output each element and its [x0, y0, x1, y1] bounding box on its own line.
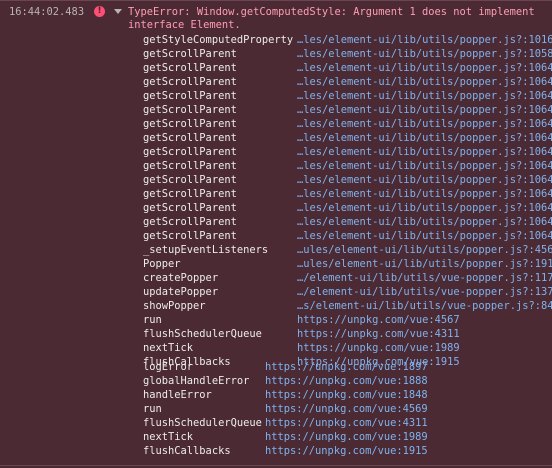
- frame-source-link[interactable]: …/element-ui/lib/utils/vue-popper.js?:11…: [297, 272, 552, 284]
- frame-source-link[interactable]: …les/element-ui/lib/utils/popper.js?:106…: [297, 174, 552, 186]
- stack-frame: getScrollParent …les/element-ui/lib/utils…: [0, 132, 552, 146]
- frame-function-name: getScrollParent: [143, 118, 237, 130]
- frame-source-link[interactable]: https://unpkg.com/vue:1989: [265, 431, 428, 443]
- stack-frame: getScrollParent …les/element-ui/lib/utils…: [0, 90, 552, 104]
- frame-source-link[interactable]: https://unpkg.com/vue:1897: [265, 361, 428, 373]
- stack-frame: getScrollParent …les/element-ui/lib/utils…: [0, 202, 552, 216]
- frame-function-name: getScrollParent: [143, 146, 237, 158]
- frame-source-link[interactable]: https://unpkg.com/vue:1915: [265, 445, 428, 457]
- frame-function-name: Popper: [143, 258, 181, 270]
- frame-function-name: handleError: [143, 389, 212, 401]
- frame-source-link[interactable]: …les/element-ui/lib/utils/popper.js?:106…: [297, 62, 552, 74]
- frame-function-name: run: [143, 403, 162, 415]
- stack-frame: _setupEventListeners …ules/element-ui/lib…: [0, 244, 552, 258]
- frame-function-name: flushSchedulerQueue: [143, 328, 262, 340]
- frame-function-name: getScrollParent: [143, 160, 237, 172]
- frame-source-link[interactable]: https://unpkg.com/vue:4311: [297, 328, 460, 340]
- frame-function-name: getScrollParent: [143, 132, 237, 144]
- console-error-message: 16:44:02.483 ! TypeError: Window.getComp…: [0, 0, 552, 468]
- frame-source-link[interactable]: …ules/element-ui/lib/utils/popper.js?:45…: [297, 244, 552, 256]
- frame-source-link[interactable]: …les/element-ui/lib/utils/popper.js?:106…: [297, 146, 552, 158]
- frame-source-link[interactable]: https://unpkg.com/vue:4569: [265, 403, 428, 415]
- stack-frame: flushCallbacks https://unpkg.com/vue:1915: [0, 445, 552, 459]
- message-divider: [0, 465, 552, 466]
- stack-frame: getScrollParent …les/element-ui/lib/utils…: [0, 118, 552, 132]
- frame-function-name: logError: [143, 361, 194, 373]
- stack-frame: getScrollParent …les/element-ui/lib/utils…: [0, 230, 552, 244]
- frame-function-name: flushSchedulerQueue: [143, 417, 262, 429]
- frame-source-link[interactable]: https://unpkg.com/vue:1888: [265, 375, 428, 387]
- frame-function-name: getScrollParent: [143, 62, 237, 74]
- stack-frame: getScrollParent …les/element-ui/lib/utils…: [0, 216, 552, 230]
- stack-frame: nextTick https://unpkg.com/vue:1989: [0, 431, 552, 445]
- stack-frame: run https://unpkg.com/vue:4567: [0, 314, 552, 328]
- timestamp: 16:44:02.483: [9, 6, 85, 18]
- stack-frame: getScrollParent …les/element-ui/lib/utils…: [0, 146, 552, 160]
- frame-source-link[interactable]: …ules/element-ui/lib/utils/popper.js?:19…: [297, 258, 552, 270]
- stack-frame: updatePopper …/element-ui/lib/utils/vue-p…: [0, 286, 552, 300]
- frame-function-name: getScrollParent: [143, 76, 237, 88]
- frame-source-link[interactable]: …les/element-ui/lib/utils/popper.js?:106…: [297, 160, 552, 172]
- frame-function-name: getScrollParent: [143, 104, 237, 116]
- stack-frame: getScrollParent …les/element-ui/lib/utils…: [0, 160, 552, 174]
- frame-source-link[interactable]: https://unpkg.com/vue:4567: [297, 314, 460, 326]
- frame-function-name: globalHandleError: [143, 375, 250, 387]
- frame-function-name: run: [143, 314, 162, 326]
- frame-source-link[interactable]: …les/element-ui/lib/utils/popper.js?:106…: [297, 104, 552, 116]
- stack-frame: handleError https://unpkg.com/vue:1848: [0, 389, 552, 403]
- stack-frame: getScrollParent …les/element-ui/lib/utils…: [0, 188, 552, 202]
- frame-source-link[interactable]: …les/element-ui/lib/utils/popper.js?:106…: [297, 132, 552, 144]
- frame-source-link[interactable]: …les/element-ui/lib/utils/popper.js?:101…: [297, 34, 552, 46]
- frame-source-link[interactable]: https://unpkg.com/vue:1848: [265, 389, 428, 401]
- frame-function-name: getScrollParent: [143, 216, 237, 228]
- frame-source-link[interactable]: https://unpkg.com/vue:4311: [265, 417, 428, 429]
- frame-source-link[interactable]: https://unpkg.com/vue:1989: [297, 342, 460, 354]
- frame-function-name: getScrollParent: [143, 230, 237, 242]
- error-message-line-1: TypeError: Window.getComputedStyle: Argu…: [128, 6, 535, 18]
- frame-source-link[interactable]: …les/element-ui/lib/utils/popper.js?:106…: [297, 90, 552, 102]
- frame-function-name: nextTick: [143, 431, 194, 443]
- stack-frame: getScrollParent …les/element-ui/lib/utils…: [0, 104, 552, 118]
- stack-frame: globalHandleError https://unpkg.com/vue:1…: [0, 375, 552, 389]
- stack-frame: nextTick https://unpkg.com/vue:1989: [0, 342, 552, 356]
- frame-function-name: getScrollParent: [143, 202, 237, 214]
- message-header: 16:44:02.483 ! TypeError: Window.getComp…: [0, 6, 552, 18]
- stack-frame: logError https://unpkg.com/vue:1897: [0, 361, 552, 375]
- frame-source-link[interactable]: …/element-ui/lib/utils/vue-popper.js?:13…: [297, 286, 552, 298]
- frame-function-name: getScrollParent: [143, 90, 237, 102]
- frame-function-name: flushCallbacks: [143, 445, 231, 457]
- frame-source-link[interactable]: …les/element-ui/lib/utils/popper.js?:106…: [297, 230, 552, 242]
- triangle-down-icon[interactable]: [114, 9, 122, 14]
- frame-source-link[interactable]: …les/element-ui/lib/utils/popper.js?:105…: [297, 48, 552, 60]
- stack-frame: getScrollParent …les/element-ui/lib/utils…: [0, 48, 552, 62]
- frame-source-link[interactable]: …les/element-ui/lib/utils/popper.js?:106…: [297, 118, 552, 130]
- stack-frame: showPopper …s/element-ui/lib/utils/vue-po…: [0, 300, 552, 314]
- frame-function-name: nextTick: [143, 342, 194, 354]
- frame-source-link[interactable]: …s/element-ui/lib/utils/vue-popper.js?:8…: [297, 300, 552, 312]
- stack-frame: getStyleComputedProperty …les/element-ui/…: [0, 34, 552, 48]
- frame-source-link[interactable]: …les/element-ui/lib/utils/popper.js?:106…: [297, 202, 552, 214]
- stack-frame: getScrollParent …les/element-ui/lib/utils…: [0, 62, 552, 76]
- frame-source-link[interactable]: …les/element-ui/lib/utils/popper.js?:106…: [297, 188, 552, 200]
- stack-frame: getScrollParent …les/element-ui/lib/utils…: [0, 76, 552, 90]
- stack-frame: run https://unpkg.com/vue:4569: [0, 403, 552, 417]
- stack-frame: createPopper …/element-ui/lib/utils/vue-p…: [0, 272, 552, 286]
- error-message-line-2: interface Element.: [128, 19, 241, 31]
- frame-function-name: updatePopper: [143, 286, 219, 298]
- frame-function-name: getStyleComputedProperty: [143, 34, 294, 46]
- frame-function-name: getScrollParent: [143, 48, 237, 60]
- frame-function-name: createPopper: [143, 272, 219, 284]
- stack-frame: Popper …ules/element-ui/lib/utils/popper.…: [0, 258, 552, 272]
- stack-frame: flushSchedulerQueue https://unpkg.com/vue…: [0, 328, 552, 342]
- frame-source-link[interactable]: …les/element-ui/lib/utils/popper.js?:106…: [297, 216, 552, 228]
- frame-function-name: getScrollParent: [143, 174, 237, 186]
- stack-frame: flushSchedulerQueue https://unpkg.com/vue…: [0, 417, 552, 431]
- frame-source-link[interactable]: …les/element-ui/lib/utils/popper.js?:106…: [297, 76, 552, 88]
- error-circle-icon: !: [94, 6, 105, 17]
- frame-function-name: _setupEventListeners: [143, 244, 269, 256]
- frame-function-name: getScrollParent: [143, 188, 237, 200]
- frame-function-name: showPopper: [143, 300, 206, 312]
- stack-frame: getScrollParent …les/element-ui/lib/utils…: [0, 174, 552, 188]
